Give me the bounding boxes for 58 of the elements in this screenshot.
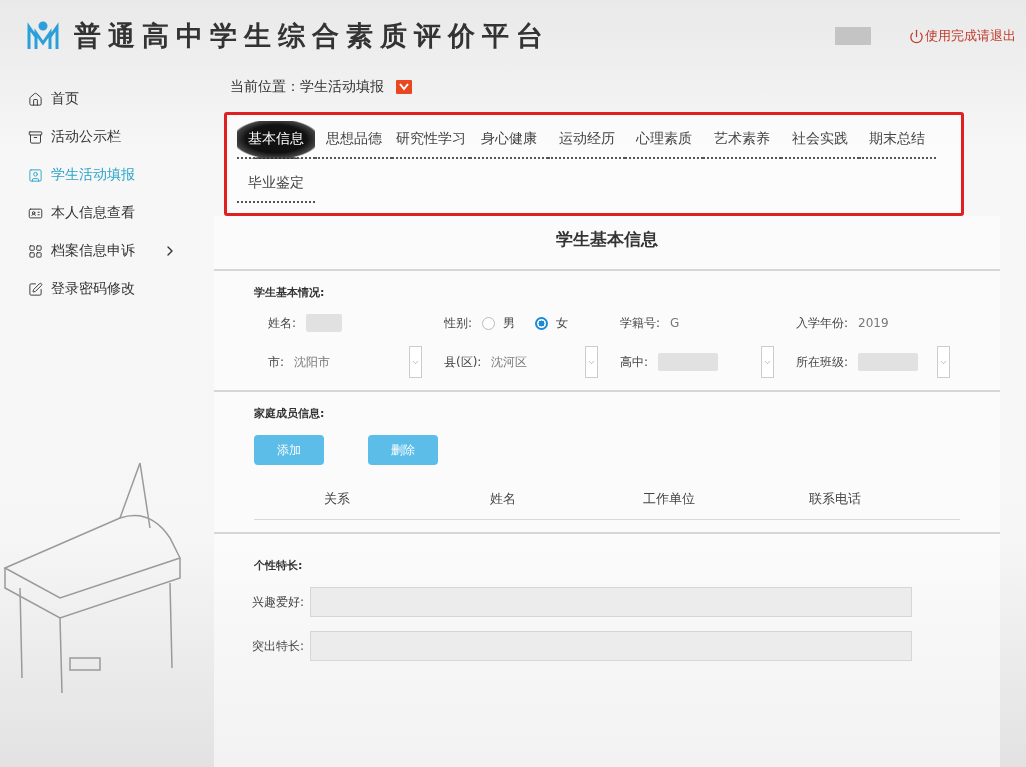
sidebar-item[interactable]: 档案信息申诉 <box>0 232 200 270</box>
power-icon <box>909 28 924 44</box>
field-label: 入学年份: <box>796 314 849 332</box>
radio-button[interactable] <box>535 316 549 330</box>
field-label: 学籍号: <box>620 314 661 332</box>
field-value: G <box>670 316 680 330</box>
tab[interactable]: 毕业鉴定 <box>237 165 315 203</box>
tab[interactable]: 身心健康 <box>470 121 548 159</box>
tab[interactable]: 期末总结 <box>858 121 937 159</box>
tab[interactable]: 运动经历 <box>547 121 626 159</box>
tab[interactable]: 基本信息 <box>237 121 315 159</box>
flag-icon <box>396 80 412 94</box>
radio-label: 男 <box>503 314 516 332</box>
edit-icon <box>28 281 43 297</box>
field-label: 县(区): <box>444 353 482 371</box>
field-label: 所在班级: <box>796 353 849 371</box>
field-label: 姓名: <box>268 314 297 332</box>
sidebar-item[interactable]: 首页 <box>0 80 200 118</box>
sidebar-item[interactable]: 本人信息查看 <box>0 194 200 232</box>
tab[interactable]: 社会实践 <box>780 121 859 159</box>
radio-label: 女 <box>556 314 569 332</box>
id-card-icon <box>28 205 43 221</box>
column-header: 联系电话 <box>808 490 862 508</box>
field-label: 兴趣爱好: <box>250 593 304 611</box>
form-title: 学生基本信息 <box>555 228 659 251</box>
tab[interactable]: 艺术素养 <box>703 121 781 159</box>
field-label: 高中: <box>620 353 649 371</box>
dropdown[interactable]: 沈阳市 <box>294 346 422 378</box>
field-label: 突出特长: <box>250 637 304 655</box>
field-value: 2019 <box>858 316 889 330</box>
input-field[interactable] <box>310 631 912 661</box>
sidebar-item[interactable]: 活动公示栏 <box>0 118 200 156</box>
redacted-username <box>835 27 871 45</box>
logout-link[interactable]: 使用完成请退出 <box>909 27 1016 45</box>
field-label: 性别: <box>444 314 473 332</box>
column-header: 关系 <box>323 490 351 508</box>
tab[interactable]: 心理素质 <box>625 121 704 159</box>
logo-icon <box>26 21 60 51</box>
person-card-icon <box>28 167 43 183</box>
breadcrumb: 当前位置：学生活动填报 <box>230 78 384 96</box>
input-field[interactable] <box>310 587 912 617</box>
column-header: 姓名 <box>489 490 517 508</box>
tab[interactable]: 思想品德 <box>314 121 393 159</box>
dropdown[interactable] <box>658 346 774 378</box>
field-label: 市: <box>268 353 285 371</box>
dropdown[interactable]: 沈河区 <box>491 346 598 378</box>
grid-icon <box>28 243 43 259</box>
section-heading: 个性特长: <box>254 558 304 573</box>
box-icon <box>28 129 43 145</box>
tab[interactable]: 研究性学习 <box>392 121 471 159</box>
sidebar-item[interactable]: 登录密码修改 <box>0 270 200 308</box>
dropdown[interactable] <box>858 346 950 378</box>
platform-title: 普通高中学生综合素质评价平台 <box>74 19 550 53</box>
home-icon <box>28 91 43 107</box>
column-header: 工作单位 <box>642 490 696 508</box>
radio-button[interactable] <box>482 316 496 330</box>
section-heading: 家庭成员信息: <box>254 406 326 421</box>
section-heading: 学生基本情况: <box>254 285 326 300</box>
